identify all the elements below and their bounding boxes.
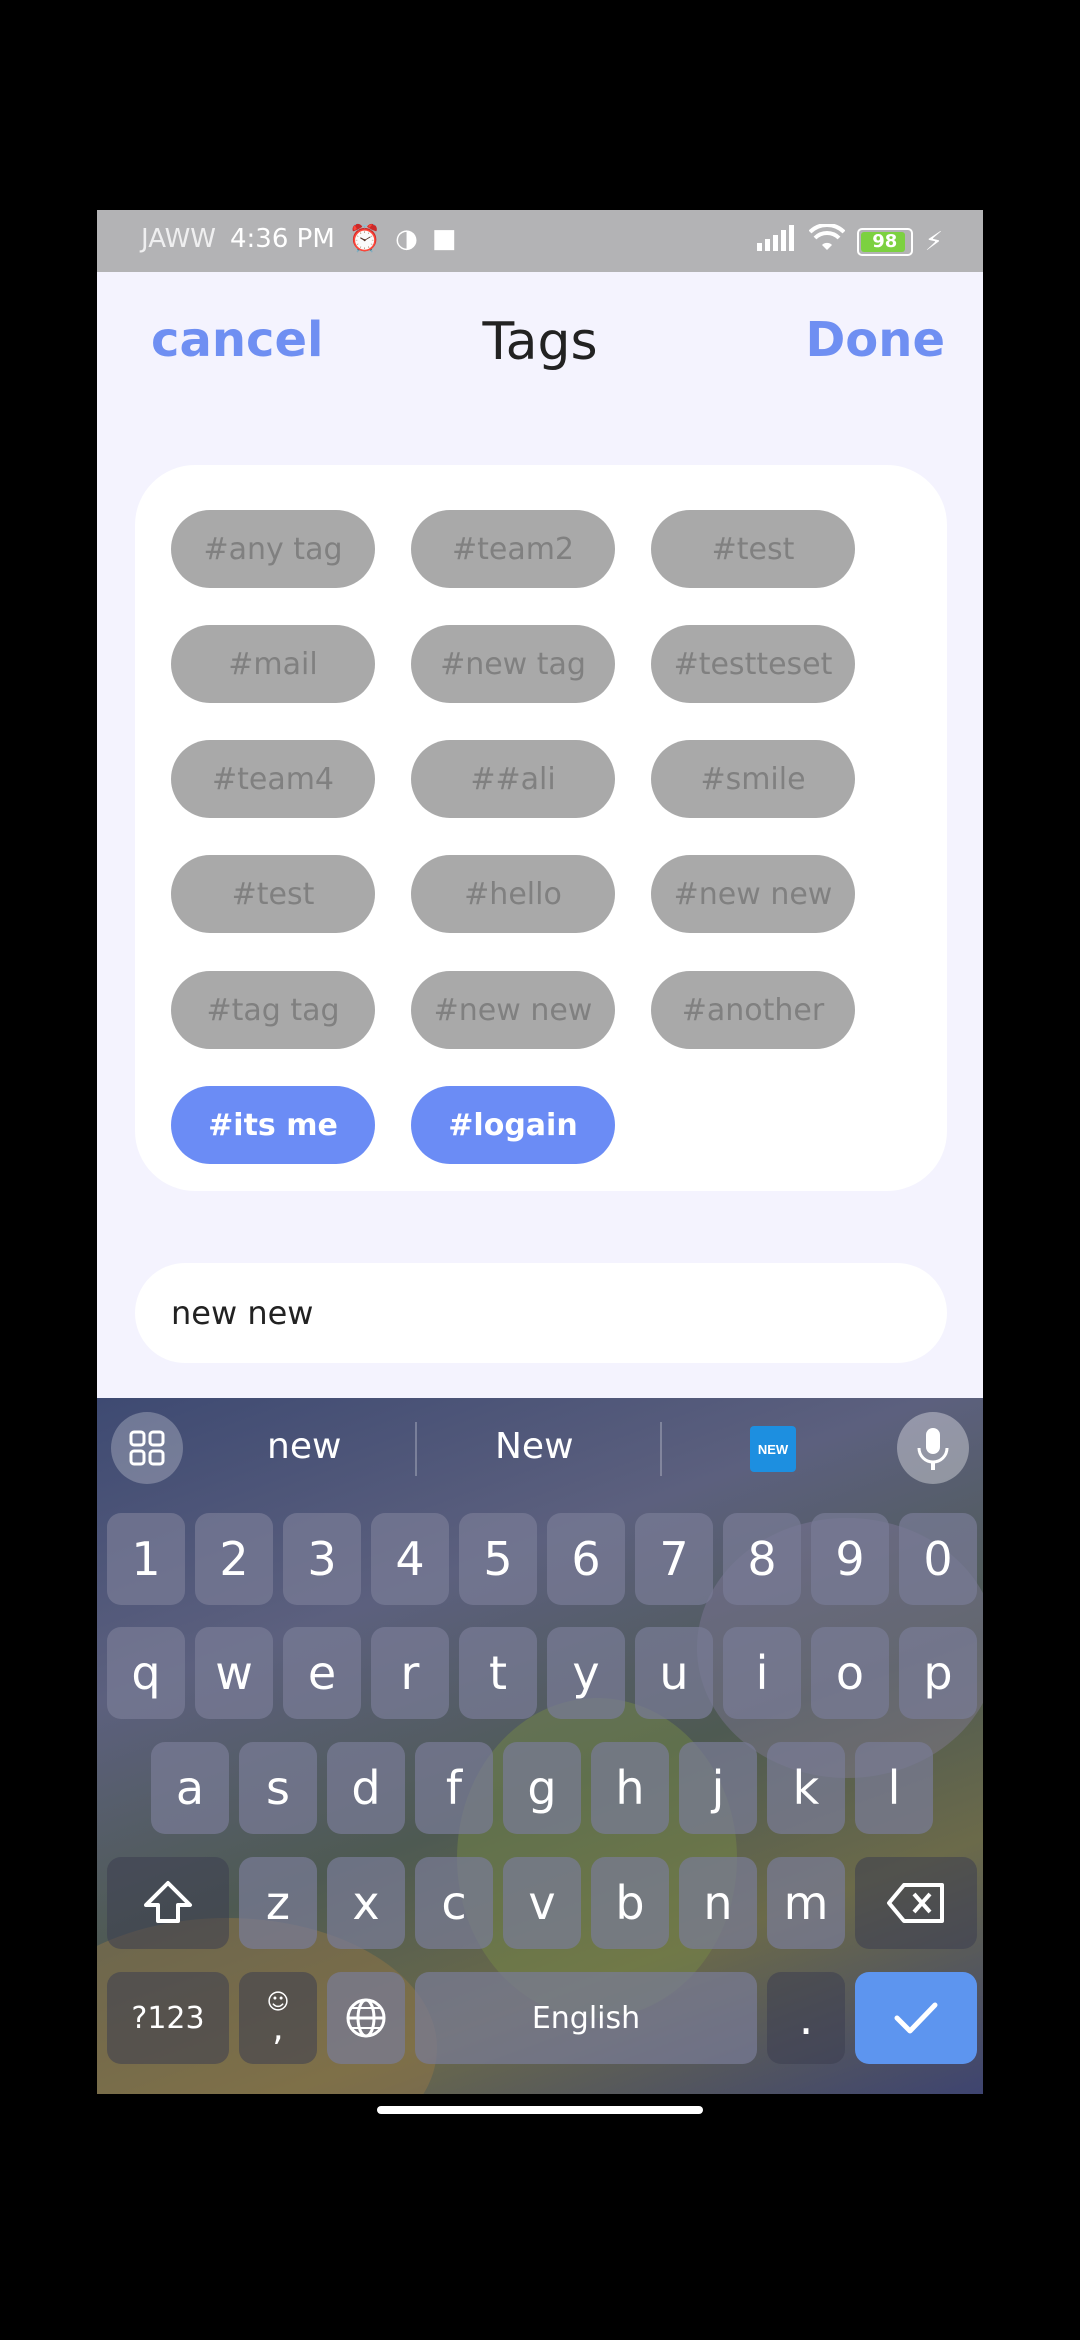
key-p[interactable]: p	[899, 1627, 977, 1719]
key-n[interactable]: n	[679, 1857, 757, 1949]
comma-emoji-key[interactable]: ☺ ,	[239, 1972, 317, 2064]
video-camera-icon: ■	[431, 224, 457, 254]
carrier-label: JAWW	[141, 224, 216, 254]
key-s[interactable]: s	[239, 1742, 317, 1834]
enter-key[interactable]	[855, 1972, 977, 2064]
key-2[interactable]: 2	[195, 1513, 273, 1605]
signal-icon	[756, 225, 797, 258]
battery-icon: 98	[856, 227, 913, 256]
wifi-icon	[808, 222, 846, 259]
divider	[415, 1422, 417, 1476]
charging-icon: ⚡	[924, 226, 943, 257]
comma-label: ,	[272, 2008, 284, 2049]
key-5[interactable]: 5	[459, 1513, 537, 1605]
key-t[interactable]: t	[459, 1627, 537, 1719]
suggestion-bar: new New NEW	[97, 1398, 983, 1498]
tag-chip[interactable]: #test	[651, 510, 855, 588]
tag-chip-selected[interactable]: #its me	[171, 1086, 375, 1164]
key-h[interactable]: h	[591, 1742, 669, 1834]
tag-chip[interactable]: #test	[171, 855, 375, 933]
tags-card: #any tag #team2 #test #mail #new tag #te…	[135, 465, 947, 1191]
tag-chip[interactable]: #tag tag	[171, 971, 375, 1049]
header: cancel Tags Done	[97, 272, 983, 402]
grid-icon	[129, 1430, 165, 1466]
key-l[interactable]: l	[855, 1742, 933, 1834]
globe-icon	[346, 1998, 386, 2038]
tag-chip[interactable]: #another	[651, 971, 855, 1049]
key-9[interactable]: 9	[811, 1513, 889, 1605]
divider	[660, 1422, 662, 1476]
suggestion-1[interactable]: new	[267, 1426, 341, 1467]
tag-chip[interactable]: #any tag	[171, 510, 375, 588]
period-key[interactable]: .	[767, 1972, 845, 2064]
tag-chip[interactable]: #new new	[411, 971, 615, 1049]
status-bar: JAWW 4:36 PM ⏰ ◑ ■ 98 ⚡	[97, 210, 983, 272]
tag-chip[interactable]: #hello	[411, 855, 615, 933]
tag-chip[interactable]: #team4	[171, 740, 375, 818]
tag-input[interactable]	[135, 1263, 947, 1363]
key-v[interactable]: v	[503, 1857, 581, 1949]
tag-chip[interactable]: ##ali	[411, 740, 615, 818]
microphone-icon	[917, 1428, 949, 1470]
tag-chip[interactable]: #team2	[411, 510, 615, 588]
language-key[interactable]	[327, 1972, 405, 2064]
key-7[interactable]: 7	[635, 1513, 713, 1605]
key-m[interactable]: m	[767, 1857, 845, 1949]
tag-chip-selected[interactable]: #logain	[411, 1086, 615, 1164]
key-w[interactable]: w	[195, 1627, 273, 1719]
tag-chip[interactable]: #new tag	[411, 625, 615, 703]
alarm-icon: ⏰	[348, 224, 382, 254]
tag-chip[interactable]: #new new	[651, 855, 855, 933]
key-e[interactable]: e	[283, 1627, 361, 1719]
key-0[interactable]: 0	[899, 1513, 977, 1605]
key-x[interactable]: x	[327, 1857, 405, 1949]
key-a[interactable]: a	[151, 1742, 229, 1834]
checkmark-icon	[894, 2002, 938, 2034]
key-i[interactable]: i	[723, 1627, 801, 1719]
key-6[interactable]: 6	[547, 1513, 625, 1605]
key-f[interactable]: f	[415, 1742, 493, 1834]
clock: 4:36 PM	[230, 224, 335, 254]
microphone-button[interactable]	[897, 1412, 969, 1484]
keyboard-menu-button[interactable]	[111, 1412, 183, 1484]
key-c[interactable]: c	[415, 1857, 493, 1949]
tag-chip[interactable]: #smile	[651, 740, 855, 818]
key-o[interactable]: o	[811, 1627, 889, 1719]
backspace-icon	[887, 1883, 944, 1923]
key-u[interactable]: u	[635, 1627, 713, 1719]
tag-chip[interactable]: #testteset	[651, 625, 855, 703]
key-z[interactable]: z	[239, 1857, 317, 1949]
key-g[interactable]: g	[503, 1742, 581, 1834]
key-y[interactable]: y	[547, 1627, 625, 1719]
key-3[interactable]: 3	[283, 1513, 361, 1605]
symbols-key[interactable]: ?123	[107, 1972, 229, 2064]
done-button[interactable]: Done	[805, 312, 945, 368]
tag-chip[interactable]: #mail	[171, 625, 375, 703]
battery-level: 98	[872, 230, 898, 252]
key-4[interactable]: 4	[371, 1513, 449, 1605]
key-r[interactable]: r	[371, 1627, 449, 1719]
new-emoji-suggestion[interactable]: NEW	[750, 1426, 796, 1472]
key-k[interactable]: k	[767, 1742, 845, 1834]
space-key[interactable]: English	[415, 1972, 757, 2064]
shift-key[interactable]	[107, 1857, 229, 1949]
key-j[interactable]: j	[679, 1742, 757, 1834]
key-q[interactable]: q	[107, 1627, 185, 1719]
data-saver-icon: ◑	[395, 224, 418, 254]
backspace-key[interactable]	[855, 1857, 977, 1949]
keyboard: new New NEW 1 2 3 4 5 6 7 8 9 0 q w e r …	[97, 1398, 983, 2094]
key-b[interactable]: b	[591, 1857, 669, 1949]
suggestion-2[interactable]: New	[495, 1426, 574, 1467]
key-8[interactable]: 8	[723, 1513, 801, 1605]
shift-icon	[144, 1881, 192, 1923]
key-d[interactable]: d	[327, 1742, 405, 1834]
home-indicator[interactable]	[377, 2106, 703, 2114]
app-screen: JAWW 4:36 PM ⏰ ◑ ■ 98 ⚡ cancel Tags Done…	[97, 210, 983, 2094]
key-1[interactable]: 1	[107, 1513, 185, 1605]
